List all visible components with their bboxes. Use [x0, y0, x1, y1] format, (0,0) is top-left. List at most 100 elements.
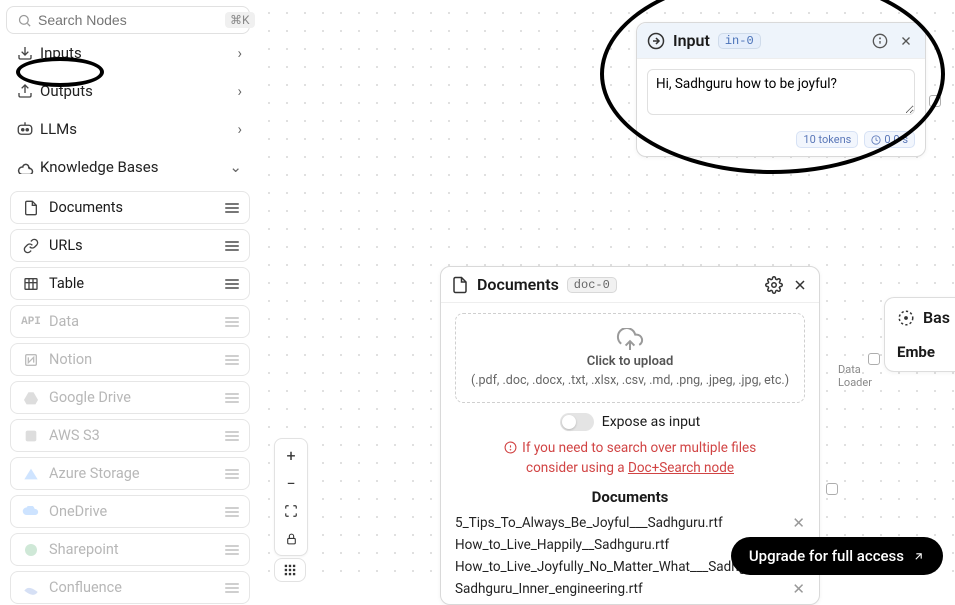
document-filename: How_to_Live_Happily__Sadhguru.rtf [455, 537, 669, 553]
drag-handle-icon[interactable] [225, 545, 239, 555]
zoom-controls: + − [274, 438, 308, 556]
info-icon[interactable] [871, 33, 889, 49]
document-filename: How_to_Live_Joyfully_No_Matter_What___Sa… [455, 559, 763, 575]
search-input[interactable] [38, 12, 219, 28]
drag-handle-icon[interactable] [225, 431, 239, 441]
kb-item-gdrive[interactable]: Google Drive [10, 381, 250, 414]
arrow-circle-icon [647, 32, 665, 50]
kb-item-notion[interactable]: Notion [10, 343, 250, 376]
lock-button[interactable] [278, 526, 304, 552]
search-icon [17, 13, 32, 28]
kb-item-azure[interactable]: Azure Storage [10, 457, 250, 490]
kb-item-urls[interactable]: URLs [10, 229, 250, 262]
node-body [637, 59, 925, 129]
fit-view-button[interactable] [278, 498, 304, 524]
kb-item-confluence[interactable]: Confluence [10, 571, 250, 604]
close-icon[interactable] [897, 34, 915, 48]
azure-icon [21, 467, 41, 481]
document-filename: 5_Tips_To_Always_Be_Joyful___Sadhguru.rt… [455, 515, 723, 531]
search-nodes[interactable]: ⌘K [6, 6, 250, 34]
drag-handle-icon[interactable] [225, 241, 239, 251]
doc-search-link[interactable]: Doc+Search node [628, 460, 734, 476]
document-filename: Sadhguru_Inner_engineering.rtf [455, 581, 643, 597]
robot-icon [14, 121, 36, 137]
output-handle[interactable] [929, 95, 941, 107]
basic-node-peek[interactable]: Bas Embe [884, 297, 955, 372]
warning-line1: If you need to search over multiple file… [522, 440, 756, 456]
drag-handle-icon[interactable] [225, 507, 239, 517]
kb-item-label: Azure Storage [49, 465, 217, 482]
expose-toggle[interactable] [560, 413, 594, 431]
kb-item-label: URLs [49, 237, 217, 254]
kb-item-onedrive[interactable]: OneDrive [10, 495, 250, 528]
kb-item-label: OneDrive [49, 503, 217, 520]
input-node[interactable]: Input in-0 10 tokens 0.0 s [636, 22, 926, 157]
upload-title: Click to upload [466, 354, 794, 369]
upload-area[interactable]: Click to upload (.pdf, .doc, .docx, .txt… [455, 313, 805, 403]
drag-handle-icon[interactable] [225, 393, 239, 403]
expose-label: Expose as input [602, 414, 700, 430]
kb-item-label: Documents [49, 199, 217, 216]
node-header[interactable]: Documents doc-0 [441, 267, 819, 303]
kb-items-list: Documents URLs Table APIData Notion Google Dr… [6, 191, 250, 604]
zoom-out-button[interactable]: − [278, 470, 304, 496]
upgrade-button[interactable]: Upgrade for full access [731, 537, 943, 575]
document-row: Sadhguru_Inner_engineering.rtf✕ [455, 578, 805, 600]
chevron-down-icon: ⌄ [229, 158, 242, 176]
documents-icon [21, 200, 41, 216]
upgrade-label: Upgrade for full access [749, 547, 904, 565]
drag-handle-icon[interactable] [225, 583, 239, 593]
warning-text: If you need to search over multiple file… [455, 439, 805, 478]
kb-item-aws[interactable]: AWS S3 [10, 419, 250, 452]
chevron-right-icon: › [237, 44, 242, 62]
drag-handle-icon[interactable] [225, 317, 239, 327]
node-title: Input [673, 31, 710, 50]
node-id-chip: doc-0 [567, 277, 617, 293]
upload-subtitle: (.pdf, .doc, .docx, .txt, .xlsx, .csv, .… [466, 373, 794, 388]
drag-handle-icon[interactable] [225, 355, 239, 365]
grid-toggle-button[interactable] [274, 558, 306, 582]
kb-item-documents[interactable]: Documents [10, 191, 250, 224]
kb-item-label: Sharepoint [49, 541, 217, 558]
document-icon [451, 276, 469, 294]
cloud-icon [14, 160, 36, 174]
kb-item-label: Notion [49, 351, 217, 368]
drag-handle-icon[interactable] [225, 279, 239, 289]
cost-chip: 0.0 s [864, 131, 915, 148]
close-icon[interactable] [791, 277, 809, 293]
zoom-in-button[interactable]: + [278, 442, 304, 468]
kb-item-data[interactable]: APIData [10, 305, 250, 338]
category-label: LLMs [40, 120, 237, 138]
sharepoint-icon [21, 542, 41, 558]
kb-item-sharepoint[interactable]: Sharepoint [10, 533, 250, 566]
urls-icon [21, 238, 41, 254]
category-knowledge-bases[interactable]: Knowledge Bases ⌄ [6, 148, 250, 186]
category-inputs[interactable]: Inputs › [6, 34, 250, 72]
drag-handle-icon[interactable] [225, 203, 239, 213]
remove-file-icon[interactable]: ✕ [792, 514, 805, 532]
kb-item-table[interactable]: Table [10, 267, 250, 300]
category-label: Knowledge Bases [40, 158, 229, 176]
drag-handle-icon[interactable] [225, 469, 239, 479]
document-row: 5_Tips_To_Always_Be_Joyful___Sadhguru.rt… [455, 512, 805, 534]
table-icon [21, 276, 41, 292]
kb-item-label: Confluence [49, 579, 217, 596]
kb-item-label: AWS S3 [49, 427, 217, 444]
node-id-chip: in-0 [718, 33, 761, 49]
category-label: Outputs [40, 82, 237, 100]
documents-heading: Documents [455, 488, 805, 506]
tokens-chip: 10 tokens [796, 131, 858, 148]
category-outputs[interactable]: Outputs › [6, 72, 250, 110]
kb-item-label: Table [49, 275, 217, 292]
aws-icon [21, 428, 41, 444]
gear-icon[interactable] [765, 276, 783, 294]
output-handle[interactable] [826, 483, 838, 495]
input-textarea[interactable] [647, 69, 915, 115]
node-header[interactable]: Input in-0 [637, 23, 925, 59]
category-llms[interactable]: LLMs › [6, 110, 250, 148]
cloud-upload-icon [466, 328, 794, 350]
notion-icon [21, 352, 41, 368]
onedrive-icon [21, 506, 41, 518]
node-title: Documents [477, 275, 559, 294]
category-label: Inputs [40, 44, 237, 62]
